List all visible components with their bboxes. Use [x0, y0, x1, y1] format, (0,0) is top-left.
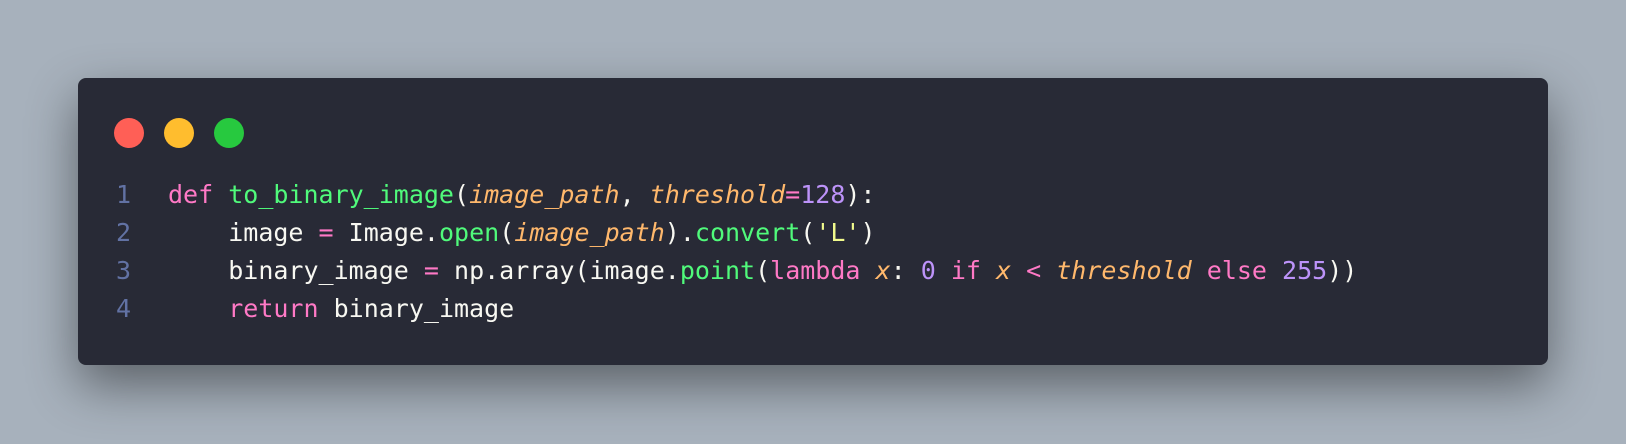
window-controls	[114, 118, 244, 148]
token-close: ).	[664, 218, 695, 247]
code-line-1: 1 def to_binary_image(image_path, thresho…	[78, 176, 1357, 214]
line-number: 2	[116, 218, 132, 247]
token-comma: ,	[619, 180, 650, 209]
keyword-lambda: lambda	[770, 256, 861, 285]
method-convert: convert	[694, 218, 801, 247]
string-literal: 'L'	[815, 218, 861, 247]
token-close: ):	[845, 180, 876, 209]
operator-assign: =	[318, 218, 334, 247]
param-threshold: threshold	[1056, 256, 1192, 285]
token-close: )	[860, 218, 876, 247]
token-paren: (	[499, 218, 515, 247]
token-object: Image.	[348, 218, 439, 247]
code-line-3: 3 binary_image = np.array(image.point(la…	[78, 252, 1357, 290]
operator-assign: =	[423, 256, 439, 285]
variable: image	[228, 218, 304, 247]
param-image-path: image_path	[469, 180, 620, 209]
param-x: x	[875, 256, 891, 285]
operator-less-than: <	[1026, 256, 1042, 285]
keyword-def: def	[168, 180, 214, 209]
code-line-2: 2 image = Image.open(image_path).convert…	[78, 214, 1357, 252]
keyword-else: else	[1206, 256, 1267, 285]
close-window-button[interactable]	[114, 118, 144, 148]
param-threshold: threshold	[649, 180, 786, 209]
number-literal: 128	[800, 180, 846, 209]
minimize-window-button[interactable]	[164, 118, 194, 148]
param-x: x	[995, 256, 1012, 285]
token-paren: (	[800, 218, 816, 247]
line-number: 1	[116, 180, 132, 209]
code-window: 1 def to_binary_image(image_path, thresho…	[78, 78, 1548, 365]
operator-equals: =	[785, 180, 801, 209]
variable: binary_image	[333, 294, 515, 323]
token-call: np.array(image.	[454, 256, 680, 285]
method-open: open	[438, 218, 500, 247]
line-number: 4	[116, 294, 132, 323]
param-image-path: image_path	[514, 218, 665, 247]
token-paren: (	[755, 256, 771, 285]
keyword-return: return	[228, 294, 319, 323]
token-colon: :	[890, 256, 921, 285]
number-literal: 255	[1282, 256, 1328, 285]
line-number: 3	[116, 256, 132, 285]
code-line-4: 4 return binary_image	[78, 290, 1357, 328]
function-name: to_binary_image	[228, 180, 454, 209]
token-paren: (	[454, 180, 470, 209]
code-block: 1 def to_binary_image(image_path, thresho…	[78, 176, 1357, 328]
method-point: point	[679, 256, 756, 285]
maximize-window-button[interactable]	[214, 118, 244, 148]
keyword-if: if	[950, 256, 981, 285]
variable: binary_image	[228, 256, 409, 285]
token-close: ))	[1327, 256, 1358, 285]
number-literal: 0	[920, 256, 936, 285]
